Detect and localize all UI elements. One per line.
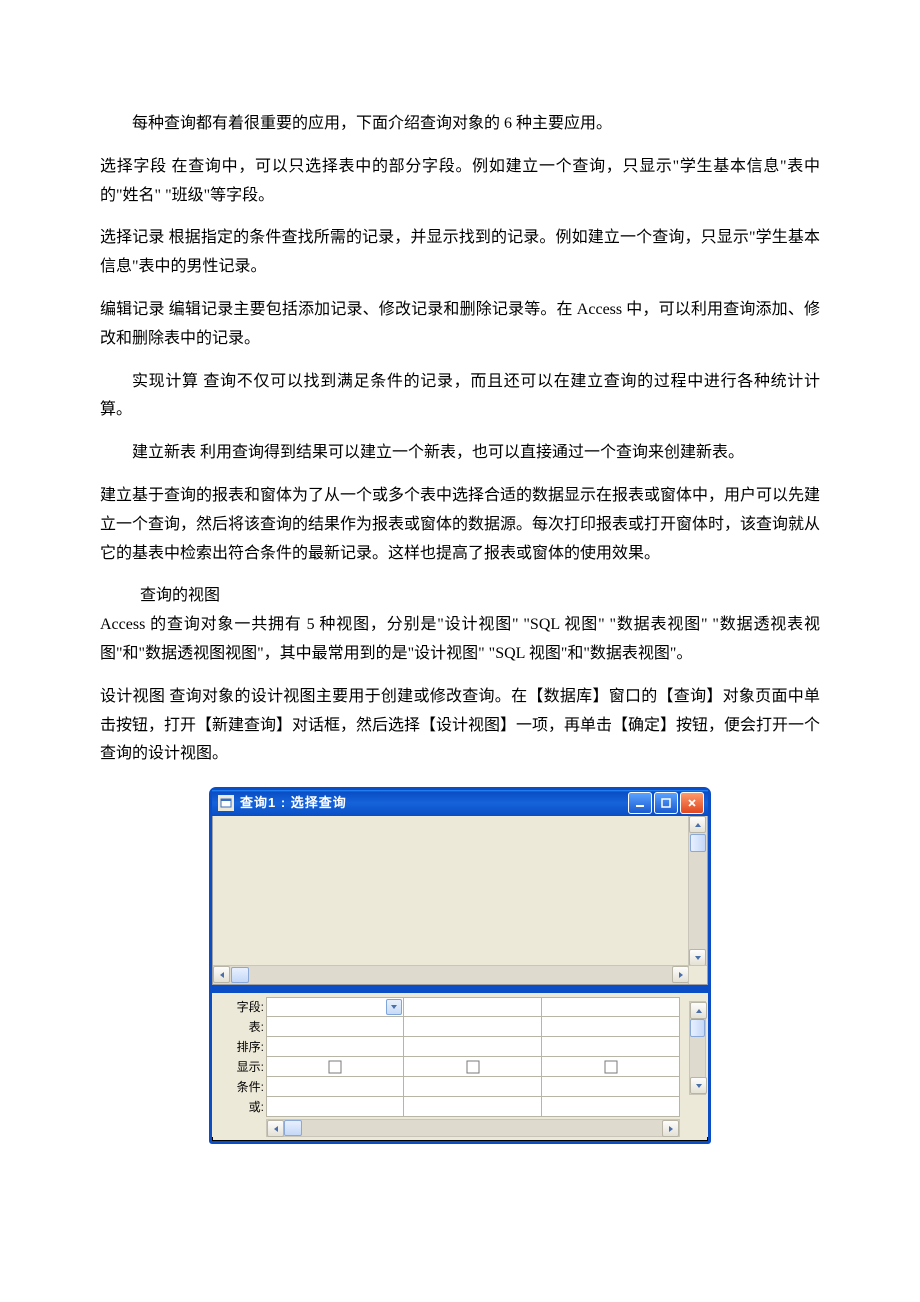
row-label-or: 或: <box>212 1097 266 1117</box>
row-label-show: 显示: <box>212 1057 266 1077</box>
paragraph-design-view: 设计视图 查询对象的设计视图主要用于创建或修改查询。在【数据库】窗口的【查询】对… <box>100 683 820 769</box>
paragraph-select-records: 选择记录 根据指定的条件查找所需的记录，并显示找到的记录。例如建立一个查询，只显… <box>100 224 820 282</box>
sort-cell-2[interactable] <box>404 1037 542 1057</box>
scrollbar-thumb[interactable] <box>690 1019 705 1037</box>
paragraph-intro: 每种查询都有着很重要的应用，下面介绍查询对象的 6 种主要应用。 <box>100 110 820 139</box>
window-minimize-button[interactable] <box>628 792 652 814</box>
scrollbar-left-arrow-icon[interactable] <box>267 1120 284 1137</box>
table-cell-3[interactable] <box>542 1017 680 1037</box>
table-pane-vertical-scrollbar[interactable] <box>688 816 707 966</box>
access-query-window: 查询1 : 选择查询 <box>209 787 711 1144</box>
scrollbar-down-arrow-icon[interactable] <box>690 1077 707 1094</box>
scrollbar-right-arrow-icon[interactable] <box>662 1120 679 1137</box>
window-title-text: 查询1 : 选择查询 <box>240 791 628 814</box>
row-label-table: 表: <box>212 1017 266 1037</box>
criteria-cell-3[interactable] <box>542 1077 680 1097</box>
design-grid-pane: 字段: 表: 排序: <box>212 993 708 1137</box>
show-checkbox-3[interactable] <box>604 1060 617 1073</box>
paragraph-new-table: 建立新表 利用查询得到结果可以建立一个新表，也可以直接通过一个查询来创建新表。 <box>100 439 820 468</box>
table-cell-2[interactable] <box>404 1017 542 1037</box>
grid-horizontal-scrollbar[interactable] <box>266 1119 680 1137</box>
or-cell-1[interactable] <box>266 1097 404 1117</box>
scrollbar-corner <box>688 965 707 984</box>
field-cell-3[interactable] <box>542 997 680 1017</box>
paragraph-views-list: Access 的查询对象一共拥有 5 种视图，分别是"设计视图" "SQL 视图… <box>100 611 820 669</box>
field-dropdown-icon[interactable] <box>386 999 402 1015</box>
scrollbar-up-arrow-icon[interactable] <box>689 816 706 833</box>
table-pane-horizontal-scrollbar[interactable] <box>213 965 689 984</box>
show-checkbox-1[interactable] <box>329 1060 342 1073</box>
scrollbar-thumb[interactable] <box>284 1120 302 1136</box>
show-cell-1[interactable] <box>266 1057 404 1077</box>
pane-splitter[interactable] <box>212 985 708 993</box>
or-cell-2[interactable] <box>404 1097 542 1117</box>
paragraph-calculation: 实现计算 查询不仅可以找到满足条件的记录，而且还可以在建立查询的过程中进行各种统… <box>100 368 820 426</box>
scrollbar-left-arrow-icon[interactable] <box>213 966 230 983</box>
field-cell-2[interactable] <box>404 997 542 1017</box>
query-design-grid: 字段: 表: 排序: <box>212 997 688 1117</box>
table-pane[interactable] <box>212 816 708 985</box>
row-label-sort: 排序: <box>212 1037 266 1057</box>
row-label-field: 字段: <box>212 997 266 1017</box>
show-cell-2[interactable] <box>404 1057 542 1077</box>
or-cell-3[interactable] <box>542 1097 680 1117</box>
paragraph-report-form: 建立基于查询的报表和窗体为了从一个或多个表中选择合适的数据显示在报表或窗体中，用… <box>100 482 820 568</box>
table-cell-1[interactable] <box>266 1017 404 1037</box>
criteria-cell-2[interactable] <box>404 1077 542 1097</box>
window-titlebar[interactable]: 查询1 : 选择查询 <box>212 790 708 816</box>
scrollbar-up-arrow-icon[interactable] <box>690 1002 707 1019</box>
scrollbar-thumb[interactable] <box>690 834 706 852</box>
window-app-icon <box>218 795 234 811</box>
show-cell-3[interactable] <box>542 1057 680 1077</box>
paragraph-edit-records: 编辑记录 编辑记录主要包括添加记录、修改记录和删除记录等。在 Access 中，… <box>100 296 820 354</box>
grid-vertical-scrollbar[interactable] <box>689 1001 706 1095</box>
scrollbar-right-arrow-icon[interactable] <box>672 966 689 983</box>
sort-cell-3[interactable] <box>542 1037 680 1057</box>
field-cell-1[interactable] <box>266 997 404 1017</box>
scrollbar-down-arrow-icon[interactable] <box>689 949 706 966</box>
row-label-criteria: 条件: <box>212 1077 266 1097</box>
window-maximize-button[interactable] <box>654 792 678 814</box>
paragraph-select-fields: 选择字段 在查询中，可以只选择表中的部分字段。例如建立一个查询，只显示"学生基本… <box>100 153 820 211</box>
section-title-query-views: 查询的视图 <box>100 582 820 611</box>
scrollbar-thumb[interactable] <box>231 967 249 983</box>
show-checkbox-2[interactable] <box>466 1060 479 1073</box>
window-close-button[interactable] <box>680 792 704 814</box>
criteria-cell-1[interactable] <box>266 1077 404 1097</box>
sort-cell-1[interactable] <box>266 1037 404 1057</box>
